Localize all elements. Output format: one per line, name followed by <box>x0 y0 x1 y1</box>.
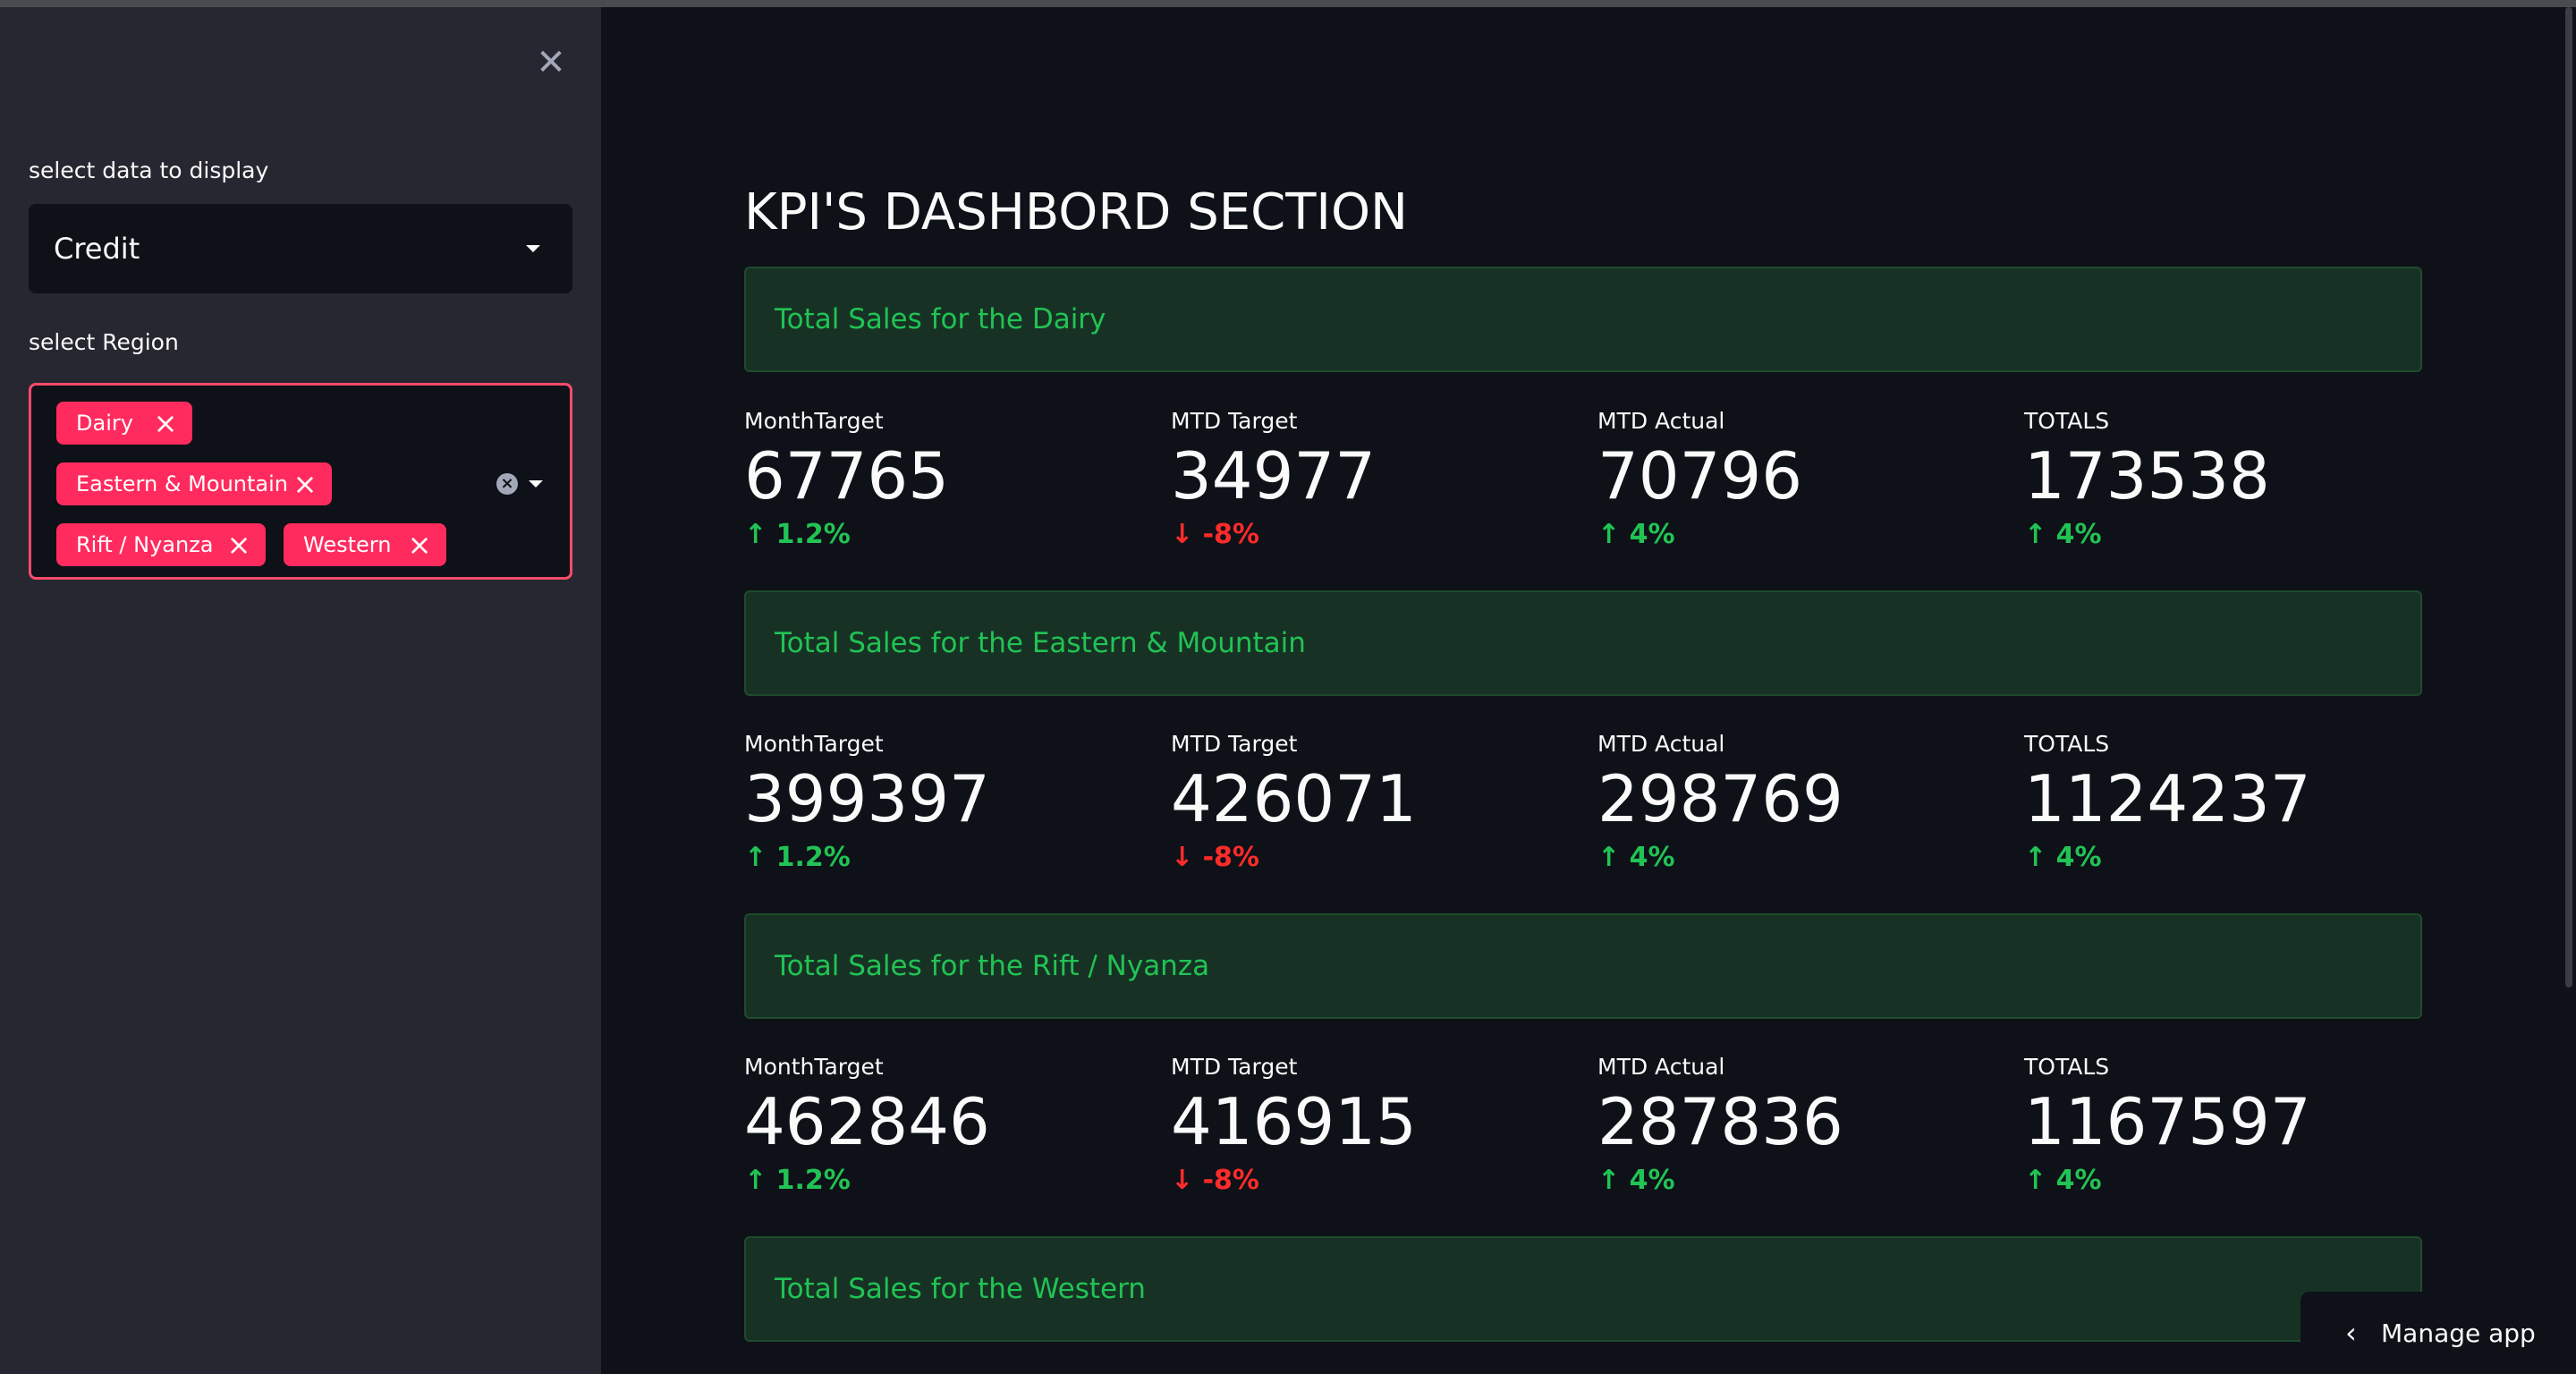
metric-totals: TOTALS 1167597 ↑ 4% <box>2024 1054 2418 1196</box>
metric-label: TOTALS <box>2024 731 2110 757</box>
metric-value: 287836 <box>1597 1084 1843 1159</box>
metric-value: 426071 <box>1171 761 1417 836</box>
remove-tag-icon[interactable]: × <box>405 529 434 561</box>
metric-delta: ↓ -8% <box>1171 519 1259 550</box>
region-multiselect[interactable]: Dairy × Eastern & Mountain × Rift / Nyan… <box>29 383 572 580</box>
metric-delta: ↓ -8% <box>1171 1165 1259 1196</box>
region-tag-eastern-mountain[interactable]: Eastern & Mountain × <box>56 462 332 505</box>
metric-value: 1124237 <box>2024 761 2311 836</box>
metric-label: MTD Target <box>1171 408 1298 434</box>
sidebar: ✕ select data to display Credit select R… <box>0 7 601 1374</box>
close-icon[interactable]: ✕ <box>533 45 569 81</box>
region-tag-dairy[interactable]: Dairy × <box>56 402 192 445</box>
page-title: KPI'S DASHBORD SECTION <box>744 183 1408 242</box>
metric-value: 67765 <box>744 438 950 513</box>
section-header-western: Total Sales for the Western <box>744 1236 2422 1342</box>
metric-label: MTD Actual <box>1597 1054 1725 1080</box>
section-header-eastern-mountain: Total Sales for the Eastern & Mountain <box>744 590 2422 696</box>
metric-value: 298769 <box>1597 761 1843 836</box>
metric-delta: ↑ 4% <box>1597 519 1675 550</box>
metric-delta: ↑ 1.2% <box>744 842 851 873</box>
metric-delta: ↑ 1.2% <box>744 1165 851 1196</box>
region-tag-rift-nyanza[interactable]: Rift / Nyanza × <box>56 523 266 566</box>
region-tag-label: Eastern & Mountain <box>76 471 288 496</box>
metric-month-target: MonthTarget 462846 ↑ 1.2% <box>744 1054 1138 1196</box>
data-select-value: Credit <box>54 232 140 266</box>
metric-mtd-actual: MTD Actual 70796 ↑ 4% <box>1597 408 1991 550</box>
region-tag-label: Rift / Nyanza <box>76 532 214 557</box>
window-top-border <box>0 0 2576 7</box>
metric-delta: ↑ 4% <box>2024 519 2102 550</box>
metric-value: 70796 <box>1597 438 1803 513</box>
metric-value: 173538 <box>2024 438 2270 513</box>
scrollbar[interactable] <box>2565 7 2572 988</box>
manage-app-label: Manage app <box>2381 1318 2536 1348</box>
metric-month-target: MonthTarget 67765 ↑ 1.2% <box>744 408 1138 550</box>
metric-label: MonthTarget <box>744 408 884 434</box>
metric-delta: ↑ 1.2% <box>744 519 851 550</box>
metric-label: TOTALS <box>2024 1054 2110 1080</box>
metric-mtd-target: MTD Target 416915 ↓ -8% <box>1171 1054 1564 1196</box>
data-select-label: select data to display <box>29 157 269 183</box>
metric-delta: ↑ 4% <box>2024 1165 2102 1196</box>
metric-mtd-actual: MTD Actual 298769 ↑ 4% <box>1597 731 1991 873</box>
metric-label: MonthTarget <box>744 1054 884 1080</box>
data-select[interactable]: Credit <box>29 204 572 293</box>
clear-all-icon[interactable]: × <box>496 473 518 495</box>
section-header-rift-nyanza: Total Sales for the Rift / Nyanza <box>744 913 2422 1019</box>
metric-totals: TOTALS 1124237 ↑ 4% <box>2024 731 2418 873</box>
metric-mtd-target: MTD Target 34977 ↓ -8% <box>1171 408 1564 550</box>
remove-tag-icon[interactable]: × <box>151 407 180 439</box>
metric-month-target: MonthTarget 399397 ↑ 1.2% <box>744 731 1138 873</box>
remove-tag-icon[interactable]: × <box>291 468 319 500</box>
metric-value: 1167597 <box>2024 1084 2311 1159</box>
metric-value: 34977 <box>1171 438 1377 513</box>
metric-label: TOTALS <box>2024 408 2110 434</box>
metric-delta: ↓ -8% <box>1171 842 1259 873</box>
metric-value: 416915 <box>1171 1084 1417 1159</box>
metric-delta: ↑ 4% <box>1597 1165 1675 1196</box>
region-tag-label: Western <box>303 532 392 557</box>
chevron-down-icon[interactable] <box>529 480 543 488</box>
region-tag-label: Dairy <box>76 411 133 436</box>
metric-totals: TOTALS 173538 ↑ 4% <box>2024 408 2418 550</box>
metric-label: MTD Target <box>1171 1054 1298 1080</box>
chevron-left-icon: ‹ <box>2345 1316 2357 1350</box>
metric-label: MTD Actual <box>1597 731 1725 757</box>
metric-delta: ↑ 4% <box>2024 842 2102 873</box>
metric-label: MTD Actual <box>1597 408 1725 434</box>
remove-tag-icon[interactable]: × <box>225 529 253 561</box>
metric-mtd-actual: MTD Actual 287836 ↑ 4% <box>1597 1054 1991 1196</box>
metric-value: 399397 <box>744 761 990 836</box>
section-header-dairy: Total Sales for the Dairy <box>744 267 2422 372</box>
chevron-down-icon[interactable] <box>526 245 540 252</box>
metric-delta: ↑ 4% <box>1597 842 1675 873</box>
region-tag-western[interactable]: Western × <box>284 523 446 566</box>
metric-label: MonthTarget <box>744 731 884 757</box>
region-select-label: select Region <box>29 329 179 355</box>
metric-label: MTD Target <box>1171 731 1298 757</box>
manage-app-button[interactable]: ‹ Manage app <box>2301 1292 2576 1374</box>
metric-mtd-target: MTD Target 426071 ↓ -8% <box>1171 731 1564 873</box>
metric-value: 462846 <box>744 1084 990 1159</box>
